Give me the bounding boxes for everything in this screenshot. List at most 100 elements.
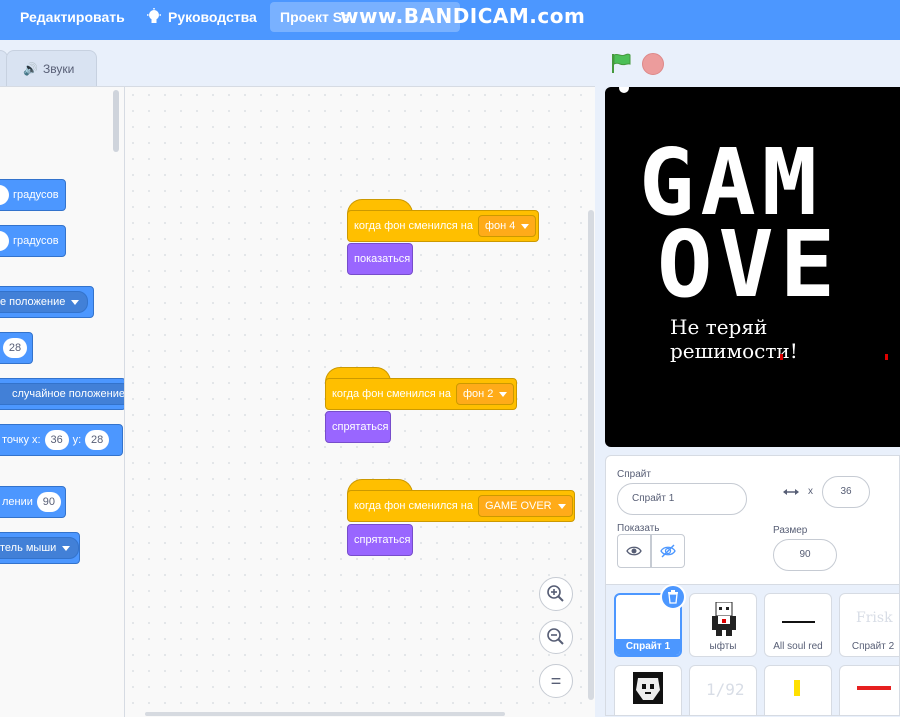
show-sprite-toggle[interactable] [617,534,651,568]
speaker-icon: 🔊 [23,62,38,76]
tutorials-label: Руководства [168,9,257,25]
backdrop-dropdown-label: фон 2 [463,388,494,400]
turn-right-block[interactable]: 5 градусов [0,179,66,211]
frisk-thumbnail: Frisk [856,610,893,626]
hide-block[interactable]: спрятаться [325,411,391,443]
trash-icon [668,590,678,604]
skull-thumbnail [633,672,663,704]
game-over-line-2: OVE [657,211,842,318]
turn-left-suffix: градусов [13,235,59,247]
goto-dropdown[interactable]: е положение [0,291,89,313]
point-direction-prefix: лении [2,496,33,508]
turn-right-input[interactable]: 5 [0,185,9,205]
sprite-tile[interactable]: 1/92 [689,665,757,715]
x-label: x [808,486,813,497]
chevron-down-icon [62,546,71,551]
backdrop-dropdown[interactable]: GAME OVER [478,495,573,517]
goto-y-input[interactable]: 28 [85,430,110,450]
point-direction-block[interactable]: лении 90 [0,486,66,518]
stop-button[interactable] [642,53,664,75]
editor-tabs: 🔊 Звуки [0,40,600,88]
point-towards-dropdown[interactable]: тель мыши [0,537,80,559]
workspace-horizontal-scrollbar[interactable] [145,712,505,716]
red-bar-thumbnail [857,686,891,690]
point-towards-block[interactable]: тель мыши [0,532,80,564]
sprite-list: Спрайт 1 ыфты All soul red Frisk Спрайт … [605,585,900,716]
sprite-tile[interactable]: ыфты [689,593,757,657]
goto-x-input[interactable]: 36 [44,430,69,450]
sprite-tile-name: ыфты [709,641,737,652]
goto-y-label: y: [72,434,82,446]
backdrop-dropdown-label: фон 4 [485,220,516,232]
sprite-tile[interactable]: All soul red [764,593,832,657]
goto-xy-block[interactable]: точку x: 36 y: 28 [0,424,123,456]
hat-label: когда фон сменился на [332,388,451,400]
show-block[interactable]: показаться [347,243,413,275]
size-label: Размер [773,525,808,536]
zoom-in-icon [547,585,564,602]
line-thumbnail [782,621,815,623]
tutorials-menu[interactable]: Руководства [146,0,257,40]
green-flag-icon[interactable] [610,52,632,74]
chevron-down-icon [499,391,508,397]
edit-menu[interactable]: Редактировать [20,0,125,40]
glide-block[interactable]: 28 [0,332,33,364]
turn-left-block[interactable]: 5 градусов [0,225,66,257]
sprite-tile-name: All soul red [773,641,823,652]
glide-random-block[interactable]: случайное положение [0,378,124,410]
sprite-tile-name: Спрайт 1 [616,639,680,655]
stage[interactable]: GAM OVE Не теряй решимости! [605,87,900,447]
backdrop-dropdown[interactable]: фон 4 [478,215,537,237]
x-position-input[interactable]: 36 [822,476,870,508]
stage-subtitle: Не теряй решимости! [670,315,798,363]
glide-input[interactable]: 28 [3,338,27,358]
chevron-down-icon [521,223,530,229]
goto-xy-prefix: точку x: [2,434,41,446]
yellow-bar-thumbnail [794,680,800,696]
sprite-tile-name: Спрайт 2 [851,641,895,652]
goto-dropdown-label: е положение [0,296,66,308]
arrows-horizontal-icon [783,489,799,495]
hat-label: когда фон сменился на [354,220,473,232]
sprite-name-input[interactable]: Спрайт 1 [617,483,747,515]
sprite-tile[interactable] [764,665,832,715]
backdrop-dropdown[interactable]: фон 2 [456,383,515,405]
equals-icon: = [550,671,562,691]
delete-sprite-button[interactable] [660,584,686,610]
tab-sounds[interactable]: 🔊 Звуки [6,50,97,87]
number-thumbnail: 1/92 [706,680,745,699]
sans-thumbnail [712,602,736,636]
random-position-dropdown[interactable]: случайное положение [0,383,124,405]
sprite-tile[interactable]: Frisk Спрайт 2 [839,593,899,657]
zoom-in-button[interactable] [539,577,573,611]
hat-label: когда фон сменился на [354,500,473,512]
size-input[interactable]: 90 [773,539,837,571]
hide-block[interactable]: спрятаться [347,524,413,556]
sprite-info-panel: Спрайт Спрайт 1 x 36 Показать Размер 90 [605,455,900,585]
sprite-dot [619,87,629,93]
when-backdrop-switches-block[interactable]: когда фон сменился на фон 4 [347,210,539,242]
zoom-reset-button[interactable]: = [539,664,573,698]
lightbulb-icon [147,8,161,23]
palette-scrollbar[interactable] [113,90,119,152]
menu-bar: Редактировать Руководства Проект Sc www.… [0,0,900,40]
zoom-out-button[interactable] [539,620,573,654]
sprite-tile[interactable] [839,665,899,715]
sprite-tile[interactable] [614,665,682,715]
hide-sprite-toggle[interactable] [651,534,685,568]
show-label: Показать [617,523,660,534]
workspace-vertical-scrollbar[interactable] [588,210,594,700]
backdrop-dropdown-label: GAME OVER [485,500,552,512]
point-direction-input[interactable]: 90 [36,492,61,512]
turn-right-suffix: градусов [13,189,59,201]
eye-crossed-icon [660,544,676,558]
when-backdrop-switches-block[interactable]: когда фон сменился на фон 2 [325,378,517,410]
when-backdrop-switches-block[interactable]: когда фон сменился на GAME OVER [347,490,575,522]
chevron-down-icon [71,300,80,305]
goto-block[interactable]: е положение [0,286,94,318]
turn-left-input[interactable]: 5 [0,231,9,251]
eye-icon [626,546,642,556]
recording-watermark: www.BANDICAM.com [340,4,586,28]
chevron-down-icon [557,503,566,509]
sprite-label: Спрайт [617,469,651,480]
